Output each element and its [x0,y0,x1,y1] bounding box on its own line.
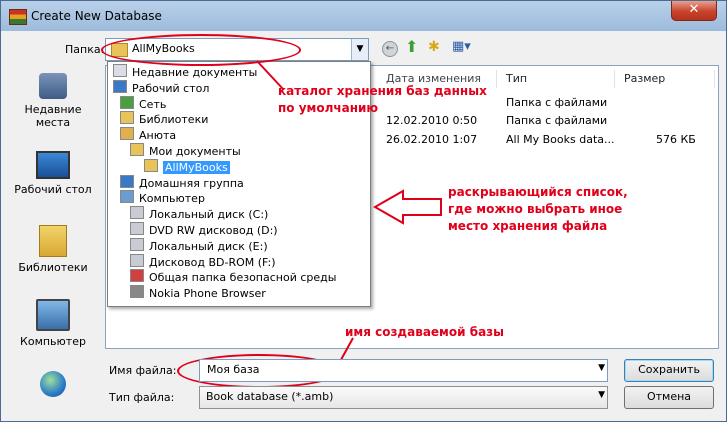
libraries-icon [39,225,67,257]
annotation-oval [101,34,301,66]
annotation-text: каталог хранения баз данных [278,84,487,98]
annotation-text: имя создаваемой базы [345,325,504,339]
bd-drive-icon [130,253,144,267]
filename-value: Моя база [207,363,260,376]
dropdown-item[interactable]: Мои документы [130,143,241,159]
place-recent[interactable]: Недавние места [7,73,99,129]
dropdown-item[interactable]: Рабочий стол [113,79,210,96]
filetype-value: Book database (*.amb) [206,390,334,403]
file-type-cell[interactable]: Папка с файлами [506,114,607,127]
dropdown-item[interactable]: Nokia Phone Browser [130,285,266,301]
dropdown-item-label: Локальный диск (C:) [149,208,269,222]
annotation-text: раскрывающийся список, [448,185,628,199]
folder-icon [144,158,158,172]
computer-icon [36,299,70,331]
place-label: Недавние места [24,103,82,129]
dropdown-item-label: Анюта [139,129,177,143]
new-folder-icon[interactable]: ✱ [428,40,446,56]
homegroup-icon [120,174,134,188]
computer-icon [120,190,134,204]
file-date-cell[interactable]: 26.02.2010 1:07 [386,133,477,146]
filename-label: Имя файла: [109,364,177,377]
secure-folder-icon [130,269,144,283]
dialog-window: Create New Database ✕ Папка: AllMyBooks … [0,0,727,422]
file-type-cell[interactable]: Папка с файлами [506,96,607,109]
dropdown-item-label: Компьютер [139,192,205,206]
place-label: Рабочий стол [14,183,92,196]
up-folder-icon[interactable]: ⬆ [405,39,423,56]
file-date-cell[interactable]: 12.02.2010 0:50 [386,114,477,127]
lookin-label: Папка: [65,43,105,56]
close-button[interactable]: ✕ [671,1,717,21]
network-icon [40,371,66,397]
chevron-down-icon[interactable]: ▼ [351,39,368,60]
dvd-drive-icon [130,222,144,235]
dropdown-item-label: Сеть [139,97,167,111]
place-desktop[interactable]: Рабочий стол [7,151,99,196]
drive-icon [130,237,144,251]
dropdown-item[interactable]: Компьютер [120,190,205,206]
documents-icon [130,143,144,156]
dropdown-item[interactable]: Анюта [120,127,176,143]
chevron-down-icon[interactable]: ▼ [598,363,605,373]
dropdown-item-label: DVD RW дисковод (D:) [149,224,278,237]
dropdown-item[interactable]: AllMyBooks [144,158,230,175]
dropdown-item[interactable]: Локальный диск (E:) [130,237,268,254]
cancel-button[interactable]: Отмена [624,386,714,409]
dropdown-item[interactable]: Домашняя группа [120,174,244,191]
place-network[interactable] [7,371,99,401]
file-type-cell[interactable]: All My Books data... [506,133,615,146]
user-folder-icon [120,127,134,141]
dropdown-item-label: Дисковод BD-ROM (F:) [149,255,276,269]
annotation-text: по умолчанию [278,101,379,115]
dropdown-item-label: AllMyBooks [163,160,230,174]
filename-input[interactable]: Моя база ▼ [199,359,608,382]
save-button[interactable]: Сохранить [624,359,714,382]
dropdown-item[interactable]: Общая папка безопасной среды [130,269,336,285]
column-header-type[interactable]: Тип [500,70,615,88]
desktop-icon [36,151,70,179]
app-icon [9,9,27,25]
dropdown-item[interactable]: Локальный диск (C:) [130,206,268,222]
place-libraries[interactable]: Библиотеки [7,225,99,274]
places-bar: Недавние места Рабочий стол Библиотеки К… [7,65,99,421]
drive-icon [130,206,144,220]
libraries-icon [120,111,134,125]
filetype-label: Тип файла: [109,391,175,404]
title-bar[interactable]: Create New Database ✕ [1,1,726,31]
annotation-text: где можно выбрать иное [448,202,623,216]
place-computer[interactable]: Компьютер [7,299,99,348]
back-icon[interactable]: ← [382,41,398,57]
phone-icon [130,285,144,299]
filetype-select[interactable]: Book database (*.amb) ▼ [199,386,608,409]
desktop-icon [113,79,127,93]
recent-docs-icon [113,64,127,77]
place-label: Компьютер [20,335,86,348]
annotation-text: место хранения файла [448,219,608,233]
dropdown-item-label: Домашняя группа [139,176,244,190]
dropdown-item[interactable]: Сеть [120,95,167,112]
dropdown-item-label: Nokia Phone Browser [149,287,266,301]
dropdown-item-label: Общая папка безопасной среды [149,271,337,285]
column-header-size[interactable]: Размер [618,70,715,88]
recent-places-icon [39,73,67,99]
dropdown-item-label: Локальный диск (E:) [149,239,268,253]
dropdown-item-label: Мои документы [149,145,241,158]
dropdown-item[interactable]: Библиотеки [120,111,208,127]
dropdown-item[interactable]: Недавние документы [113,64,257,80]
dropdown-item-label: Недавние документы [132,66,258,79]
dropdown-item[interactable]: Дисковод BD-ROM (F:) [130,253,276,270]
dropdown-item-label: Рабочий стол [132,81,210,95]
window-title: Create New Database [31,9,162,23]
network-icon [120,95,134,109]
file-size-cell[interactable]: 576 КБ [656,133,696,146]
dropdown-item-label: Библиотеки [139,113,209,127]
views-menu-icon[interactable]: ▦▾ [452,40,476,56]
chevron-down-icon[interactable]: ▼ [598,390,605,400]
place-label: Библиотеки [18,261,88,274]
dropdown-item[interactable]: DVD RW дисковод (D:) [130,222,278,238]
